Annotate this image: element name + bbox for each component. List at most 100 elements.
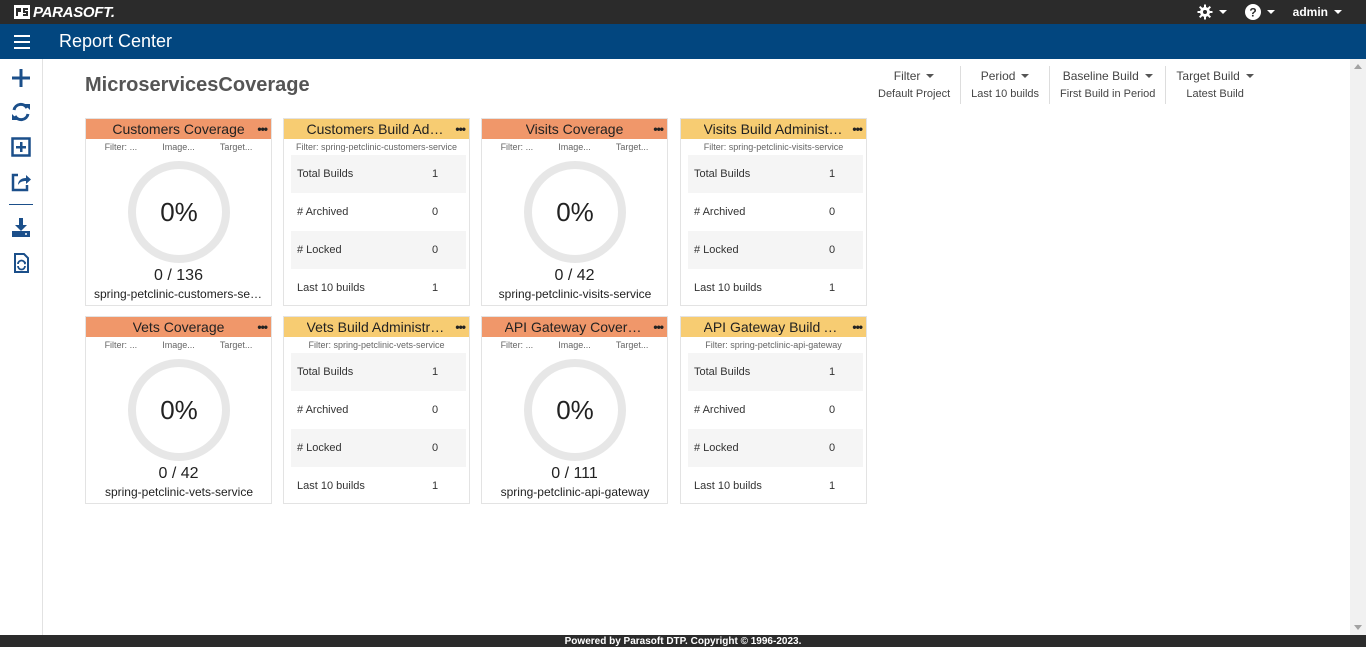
widget-title: Vets Build Administration [306,319,447,335]
baseline-build-dropdown[interactable]: Baseline Build First Build in Period [1050,66,1167,104]
coverage-widget[interactable]: Customers Coverage ••• Filter: ... Image… [85,118,272,306]
table-row[interactable]: Last 10 builds 1 [688,467,863,505]
row-label: # Locked [694,244,739,256]
row-label: Total Builds [694,366,751,378]
share-button[interactable] [10,171,32,193]
vertical-scrollbar[interactable] [1350,59,1366,635]
row-value: 1 [829,168,836,180]
username: admin [1292,5,1328,19]
help-menu[interactable]: ? [1244,4,1275,20]
build-stats-table: Total Builds 1 # Archived 0 # Locked 0 Last… [688,353,863,505]
add-dashboard-button[interactable] [10,67,32,89]
filter-value: Default Project [878,88,951,100]
download-button[interactable] [10,217,32,239]
table-row[interactable]: # Archived 0 [291,193,466,231]
chevron-down-icon [1334,10,1342,14]
widget-filter-subtitle: Filter: spring-petclinic-customers-servi… [295,142,458,152]
build-admin-widget[interactable]: API Gateway Build Administration ••• Fil… [680,316,867,504]
row-label: # Archived [297,404,349,416]
filter-subtitle: Filter: ... [104,142,138,152]
coverage-ring[interactable]: 0% [524,359,626,461]
filter-subtitle: Filter: ... [104,340,138,350]
row-label: # Archived [694,404,746,416]
widget-header: Customers Coverage ••• [86,119,271,139]
table-row[interactable]: # Archived 0 [291,391,466,429]
coverage-widget[interactable]: Visits Coverage ••• Filter: ... Image...… [481,118,668,306]
row-value: 1 [829,366,836,378]
hamburger-menu-icon[interactable] [14,35,30,49]
widget-title: Visits Build Administration [703,121,844,137]
table-row[interactable]: # Locked 0 [688,429,863,467]
settings-menu[interactable] [1197,4,1227,20]
table-row[interactable]: Last 10 builds 1 [688,269,863,307]
image-subtitle: Image... [162,142,195,152]
table-row[interactable]: Last 10 builds 1 [291,467,466,505]
sidebar [0,59,43,635]
coverage-widget[interactable]: Vets Coverage ••• Filter: ... Image... T… [85,316,272,504]
add-widget-button[interactable] [10,136,32,158]
user-menu[interactable]: admin [1293,5,1342,19]
build-admin-widget[interactable]: Visits Build Administration ••• Filter: … [680,118,867,306]
target-build-dropdown[interactable]: Target Build Latest Build [1166,66,1263,104]
footer: Powered by Parasoft DTP. Copyright © 199… [0,635,1366,647]
widget-menu-icon[interactable]: ••• [852,122,863,136]
table-row[interactable]: # Locked 0 [291,231,466,269]
target-subtitle: Target... [219,340,253,350]
parasoft-logo[interactable]: PARASOFT. [14,3,115,21]
period-value: Last 10 builds [971,88,1040,100]
widget-menu-icon[interactable]: ••• [455,320,466,334]
top-bar: PARASOFT. ? admin [0,0,1366,24]
filter-dropdown[interactable]: Filter Default Project [868,66,962,104]
widget-menu-icon[interactable]: ••• [653,320,664,334]
image-subtitle: Image... [162,340,195,350]
row-value: 1 [829,282,836,294]
scroll-down-icon[interactable] [1354,625,1362,630]
widget-menu-icon[interactable]: ••• [852,320,863,334]
build-stats-table: Total Builds 1 # Archived 0 # Locked 0 Last… [291,353,466,505]
target-build-label: Target Build [1176,69,1240,83]
table-row[interactable]: Total Builds 1 [688,353,863,391]
widget-menu-icon[interactable]: ••• [257,122,268,136]
build-admin-widget[interactable]: Vets Build Administration ••• Filter: sp… [283,316,470,504]
import-button[interactable] [10,252,32,274]
row-value: 1 [432,168,439,180]
widget-filter-subtitle: Filter: spring-petclinic-api-gateway [705,340,842,350]
row-value: 0 [829,244,836,256]
help-icon: ? [1244,4,1261,20]
top-right-menu: ? admin [1179,0,1342,24]
table-row[interactable]: Last 10 builds 1 [291,269,466,307]
refresh-button[interactable] [10,101,32,123]
table-row[interactable]: Total Builds 1 [688,155,863,193]
row-label: Last 10 builds [297,480,365,492]
period-dropdown[interactable]: Period Last 10 builds [961,66,1051,104]
widget-filter-subtitle: Filter: spring-petclinic-vets-service [308,340,445,350]
row-value: 0 [432,206,439,218]
table-row[interactable]: # Locked 0 [688,231,863,269]
target-subtitle: Target... [615,340,649,350]
scroll-up-icon[interactable] [1354,64,1362,69]
widget-menu-icon[interactable]: ••• [257,320,268,334]
table-row[interactable]: Total Builds 1 [291,155,466,193]
coverage-ring[interactable]: 0% [524,161,626,263]
download-icon [12,218,30,237]
widget-menu-icon[interactable]: ••• [653,122,664,136]
row-value: 0 [432,404,439,416]
row-value: 1 [432,366,439,378]
coverage-ring[interactable]: 0% [128,359,230,461]
table-row[interactable]: Total Builds 1 [291,353,466,391]
coverage-widget[interactable]: API Gateway Coverage ••• Filter: ... Ima… [481,316,668,504]
widget-title: Visits Coverage [525,121,624,137]
sidebar-divider [9,204,33,205]
table-row[interactable]: # Archived 0 [688,193,863,231]
filter-label: Filter [893,69,921,83]
table-row[interactable]: # Archived 0 [688,391,863,429]
widget-menu-icon[interactable]: ••• [455,122,466,136]
row-value: 0 [829,404,836,416]
coverage-ring[interactable]: 0% [128,161,230,263]
build-admin-widget[interactable]: Customers Build Administration ••• Filte… [283,118,470,306]
chevron-down-icon [1218,10,1227,14]
row-label: # Archived [694,206,746,218]
share-icon [11,173,31,192]
row-label: Last 10 builds [694,282,762,294]
table-row[interactable]: # Locked 0 [291,429,466,467]
